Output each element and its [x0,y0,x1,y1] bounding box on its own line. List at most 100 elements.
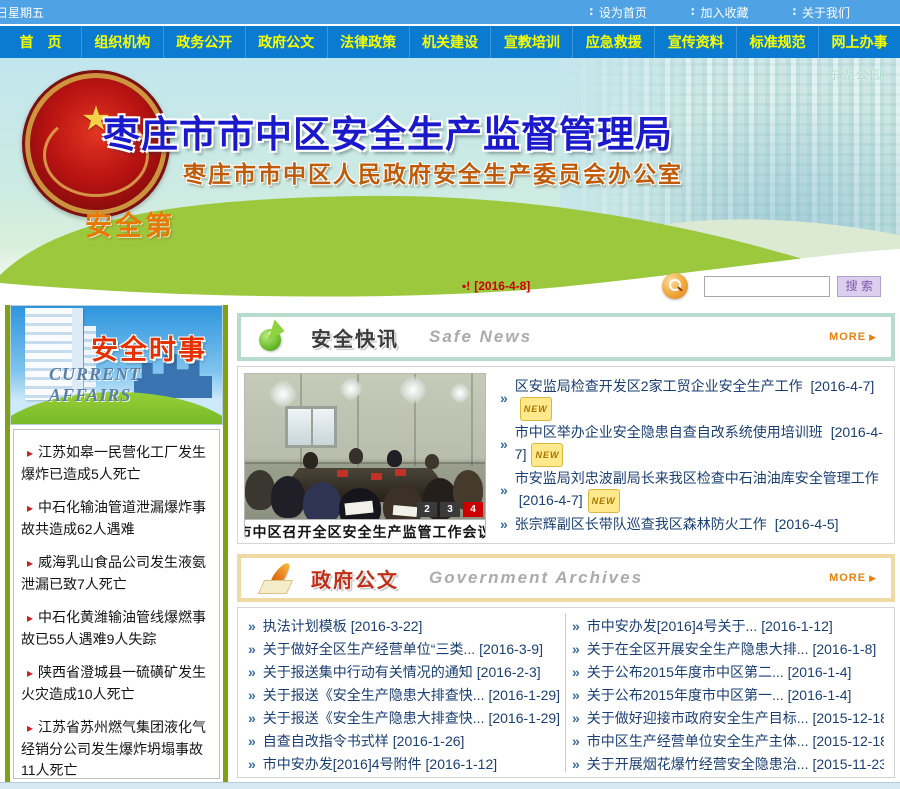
sidebar-news-item[interactable]: ▸江苏如皋一民营化工厂发生爆炸已造成5人死亡 [21,442,212,485]
archive-list-item[interactable]: » 关于公布2015年度市中区第二...[2016-1-4] [572,661,884,684]
nav-item[interactable]: 宣教培训 [490,26,572,58]
archive-list-item[interactable]: » 市中安办发[2016]4号关于...[2016-1-12] [572,615,884,638]
archive-date: [2016-1-4] [788,661,852,684]
sidebar-title-en: CURRENT AFFAIRS [49,364,222,406]
main-area: 安全时事 CURRENT AFFAIRS ▸江苏如皋一民营化工厂发生爆炸已造成5… [0,305,900,782]
window-graphic [285,406,337,448]
content-column: 安全快讯 Safe News MORE▶ [237,305,895,782]
news-photo-block[interactable]: 2 3 4 市中区召开全区安全生产监管工作会议 [244,373,486,537]
topbar: 日星期五 ∶ 设为首页 ∶ 加入收藏 ∶ 关于我们 [0,0,900,24]
archive-date: [2016-1-4] [788,684,852,707]
archive-list-item[interactable]: » 市中安办发[2016]4号附件[2016-1-12] [248,753,559,772]
photo-pagination: 2 3 4 [417,502,483,517]
arrow-bullet-icon: » [572,753,580,772]
sidebar-news-item[interactable]: ▸江苏省苏州燃气集团液化气经销分公司发生爆炸坍塌事故11人死亡 [21,717,212,779]
archive-date: [2016-1-12] [426,753,498,772]
news-list-item[interactable]: » 市中区严格实行安全生产责任提前追究 [2016-4-1]NEW [500,535,886,537]
topbar-links: ∶ 设为首页 ∶ 加入收藏 ∶ 关于我们 [589,4,850,21]
archive-link-text: 市中安办发[2016]4号附件 [263,753,422,772]
news-list-item[interactable]: » 区安监局检查开发区2家工贸企业安全生产工作 [2016-4-7]NEW [500,375,886,421]
arrow-bullet-icon: » [572,615,580,638]
topbar-link-label: 设为首页 [599,4,647,21]
sidebar-news-item[interactable]: ▸中石化输油管道泄漏爆炸事故共造成62人遇难 [21,497,212,540]
nav-item[interactable]: 首 页 [0,26,81,58]
archive-list-item[interactable]: » 执法计划模板[2016-3-22] [248,615,559,638]
watermark-text: 东湖公园 [828,66,884,83]
nav-item[interactable]: 机关建设 [409,26,491,58]
archive-list-item[interactable]: » 关于公布2015年度市中区第一...[2016-1-4] [572,684,884,707]
triangle-bullet-icon: ▸ [27,666,33,680]
sidebar-news-item[interactable]: ▸中石化黄潍输油管线爆燃事故已55人遇难9人失踪 [21,607,212,650]
arrow-bullet-icon: » [572,638,580,661]
sidebar-news-item[interactable]: ▸威海乳山食品公司发生液氨泄漏已致7人死亡 [21,552,212,595]
notice-icon: ▪! [462,279,470,293]
nav-item[interactable]: 组织机构 [81,26,163,58]
quill-pen-icon [259,561,295,595]
sidebar-news-text: 江苏如皋一民营化工厂发生爆炸已造成5人死亡 [21,444,206,482]
archive-list-item[interactable]: » 关于做好全区生产经营单位“三类...[2016-3-9] [248,638,559,661]
person [303,482,341,520]
paper [393,505,418,517]
search-icon[interactable] [662,273,688,299]
person [271,476,305,518]
date-notice[interactable]: ▪![2016-4-8] [462,279,530,293]
person [387,450,402,467]
topbar-link[interactable]: ∶ 设为首页 [589,4,647,21]
archive-link-text: 关于报送《安全生产隐患大排查快... [263,684,485,707]
header-banner: 东湖公园 ★ 枣庄市市中区安全生产监督管理局 枣庄市市中区人民政府安全生产委员会… [0,58,900,305]
topbar-link[interactable]: ∶ 加入收藏 [691,4,749,21]
news-text-wrap: 市中区举办企业安全隐患自查自改系统使用培训班 [2016-4-7]NEW [515,421,886,467]
archive-link-text: 关于做好迎接市政府安全生产目标... [587,707,809,730]
safe-news-body: 2 3 4 市中区召开全区安全生产监管工作会议 » [237,366,895,544]
nav-item[interactable]: 法律政策 [327,26,409,58]
news-date: [2016-4-7] [519,492,583,508]
archive-list-item[interactable]: » 关于做好迎接市政府安全生产目标...[2015-12-18] [572,707,884,730]
search-button[interactable]: 搜 索 [837,276,881,297]
archive-date: [2016-3-9] [479,638,543,661]
news-list-item[interactable]: » 张宗辉副区长带队巡查我区森林防火工作 [2016-4-5]NEW [500,513,886,535]
news-list-item[interactable]: » 市安监局刘忠波副局长来我区检查中石油油库安全管理工作 [2016-4-7]N… [500,467,886,513]
sidebar-news-item[interactable]: ▸陕西省澄城县一硫磺矿发生火灾造成10人死亡 [21,662,212,705]
archive-link-text: 执法计划模板 [263,615,347,638]
archive-link-text: 市中区生产经营单位安全生产主体... [587,730,809,753]
archive-list-item[interactable]: » 关于报送集中行动有关情况的通知[2016-2-3] [248,661,559,684]
nav-item[interactable]: 网上办事 [818,26,900,58]
arrow-bullet-icon: » [572,730,580,753]
sidebar-news-text: 中石化输油管道泄漏爆炸事故共造成62人遇难 [21,499,206,537]
archive-link-text: 关于在全区开展安全生产隐患大排... [587,638,809,661]
archive-date: [2016-3-22] [351,615,423,638]
arrow-bullet-icon: » [572,707,580,730]
archive-list-item[interactable]: » 关于开展烟花爆竹经营安全隐患治...[2015-11-23] [572,753,884,772]
archive-list-item[interactable]: » 自查自改指令书式样[2016-1-26] [248,730,559,753]
archive-list-item[interactable]: » 市中区生产经营单位安全生产主体...[2015-12-18] [572,730,884,753]
archive-list-item[interactable]: » 关于报送《安全生产隐患大排查快...[2016-1-29] [248,684,559,707]
safe-news-more-link[interactable]: MORE▶ [829,331,877,343]
news-date: [2016-4-7] [810,378,874,394]
arrow-bullet-icon: » [248,707,256,730]
archive-list-item[interactable]: » 关于报送《安全生产隐患大排查快...[2016-1-29] [248,707,559,730]
news-list-item[interactable]: » 市中区举办企业安全隐患自查自改系统使用培训班 [2016-4-7]NEW [500,421,886,467]
archives-body: » 执法计划模板[2016-3-22] » 关于做好全区生产经营单位“三类...… [237,607,895,778]
nav-item[interactable]: 宣传资料 [654,26,736,58]
sidebar-news-text: 中石化黄潍输油管线爆燃事故已55人遇难9人失踪 [21,609,206,647]
megaphone-flash [268,327,278,335]
dot-icon: ∶ [691,5,695,19]
pagination-number[interactable]: 4 [463,502,483,517]
archives-more-link[interactable]: MORE▶ [829,572,877,584]
nav-item[interactable]: 标准规范 [736,26,818,58]
archive-date: [2016-2-3] [477,661,541,684]
archive-list-item[interactable]: » 关于在全区开展安全生产隐患大排...[2016-1-8] [572,638,884,661]
pagination-number[interactable]: 3 [440,502,460,517]
arrow-bullet-icon: » [572,661,580,684]
main-nav: 首 页 组织机构 政务公开 政府公文 法律政策 机关建设 宣教培训 应急救援 宣… [0,24,900,58]
safe-news-title-en: Safe News [429,327,532,347]
archive-link-text: 关于报送集中行动有关情况的通知 [263,661,473,684]
nav-item[interactable]: 政府公文 [245,26,327,58]
pagination-number[interactable]: 2 [417,502,437,517]
archive-date: [2016-1-29] [488,707,559,730]
topbar-link[interactable]: ∶ 关于我们 [792,4,850,21]
nav-item[interactable]: 应急救援 [572,26,654,58]
search-input[interactable] [704,276,830,297]
nav-item[interactable]: 政务公开 [163,26,245,58]
archive-link-text: 关于公布2015年度市中区第一... [587,684,784,707]
